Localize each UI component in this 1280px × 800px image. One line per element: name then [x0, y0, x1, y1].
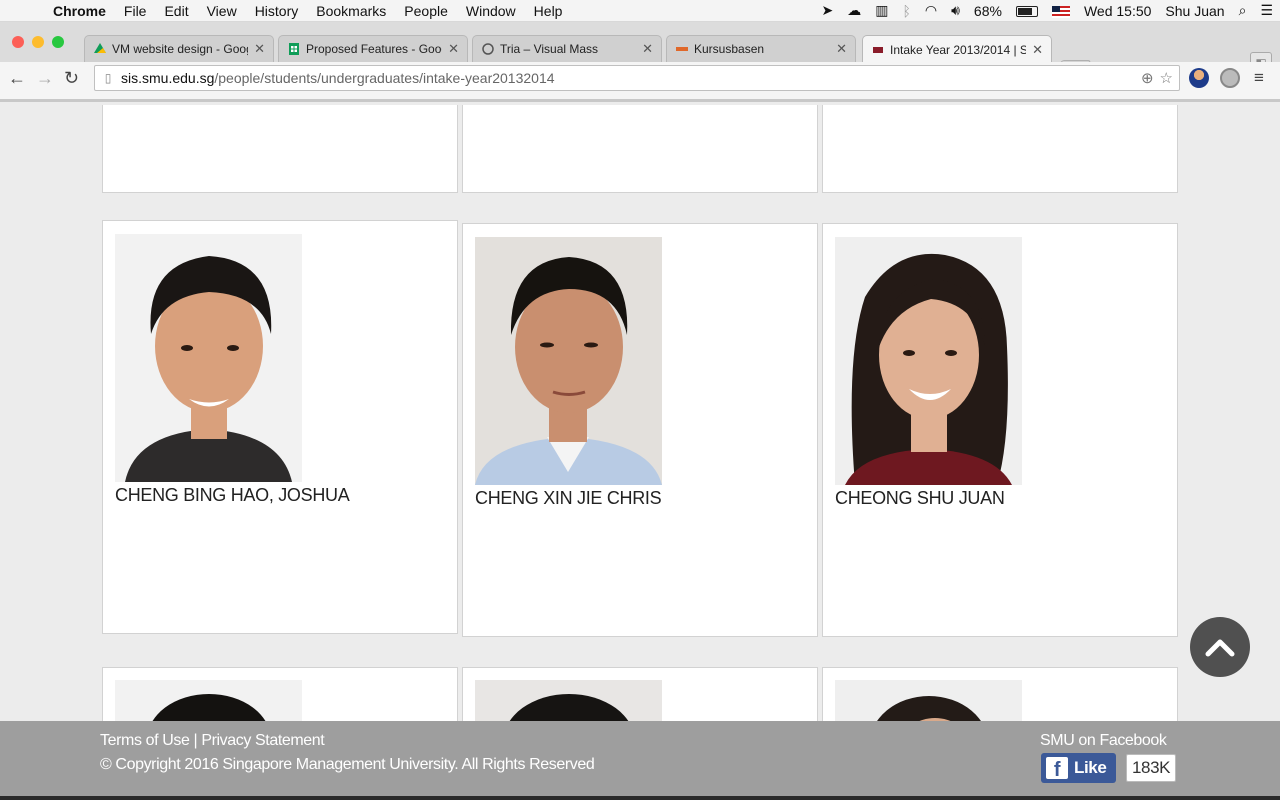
address-bar[interactable]: ▯ sis.smu.edu.sg/people/students/undergr… — [94, 65, 1180, 91]
tab-proposed-features[interactable]: Proposed Features - Goog ✕ — [278, 35, 468, 62]
maximize-window-button[interactable] — [52, 36, 64, 48]
back-to-top-button[interactable] — [1190, 617, 1250, 677]
mac-menu-bar: Chrome File Edit View History Bookmarks … — [0, 0, 1280, 22]
cloud-icon[interactable]: ☁ — [840, 2, 868, 19]
close-tab-icon[interactable]: ✕ — [1032, 42, 1043, 58]
menu-help[interactable]: Help — [525, 3, 572, 19]
telegram-icon[interactable]: ➤ — [815, 2, 841, 19]
browser-toolbar: ← → ↻ ▯ sis.smu.edu.sg/people/students/u… — [0, 62, 1280, 102]
close-tab-icon[interactable]: ✕ — [254, 41, 265, 57]
site-footer: Terms of Use | Privacy Statement © Copyr… — [0, 721, 1280, 796]
like-count: 183K — [1126, 754, 1177, 782]
bookmark-star-icon[interactable]: ☆ — [1160, 69, 1173, 87]
menu-history[interactable]: History — [246, 3, 308, 19]
url-path: /people/students/undergraduates/intake-y… — [214, 70, 555, 86]
tab-title: Intake Year 2013/2014 | S — [890, 42, 1027, 57]
flag-icon[interactable] — [1045, 3, 1077, 19]
facebook-like-button[interactable]: f Like — [1041, 753, 1116, 783]
student-photo[interactable] — [835, 237, 1022, 485]
student-card: CHEONG SHU JUAN — [822, 223, 1178, 637]
tria-icon — [481, 42, 495, 56]
tab-vm-website-design[interactable]: VM website design - Goog ✕ — [84, 35, 274, 62]
battery-icon[interactable] — [1009, 3, 1045, 19]
student-name[interactable]: CHENG XIN JIE CHRIS — [475, 488, 662, 509]
close-tab-icon[interactable]: ✕ — [836, 41, 847, 57]
bluetooth-icon[interactable]: ᛒ — [895, 3, 917, 19]
spotlight-search-icon[interactable]: ⌕ — [1232, 2, 1254, 19]
privacy-statement-link[interactable]: Privacy Statement — [201, 732, 324, 749]
facebook-heading: SMU on Facebook — [1040, 732, 1167, 749]
student-card — [102, 667, 458, 721]
student-photo[interactable] — [475, 237, 662, 485]
back-arrow-icon[interactable]: ← — [8, 68, 26, 89]
close-window-button[interactable] — [12, 36, 24, 48]
smu-icon — [871, 43, 885, 57]
like-label: Like — [1074, 758, 1107, 777]
kursusbasen-icon — [675, 42, 689, 56]
chrome-menu-icon[interactable]: ≡ — [1254, 68, 1264, 88]
zoom-icon[interactable]: ⊕ — [1141, 69, 1154, 87]
copyright-text: © Copyright 2016 Singapore Management Un… — [100, 756, 595, 773]
chevron-up-icon — [1205, 639, 1235, 657]
facebook-icon: f — [1046, 757, 1068, 781]
extension-avatar-icon[interactable] — [1189, 68, 1209, 88]
student-photo[interactable] — [115, 680, 302, 721]
wifi-icon[interactable]: ◠ — [918, 2, 944, 19]
tab-strip: VM website design - Goog ✕ Proposed Feat… — [0, 22, 1280, 78]
student-photo[interactable] — [835, 680, 1022, 721]
tab-title: Tria – Visual Mass — [500, 42, 599, 56]
window-bottom-edge — [0, 796, 1280, 800]
forward-arrow-icon[interactable]: → — [36, 68, 54, 89]
student-card: CHENG XIN JIE CHRIS — [462, 223, 818, 637]
student-card — [102, 105, 458, 193]
reload-icon[interactable]: ↻ — [64, 68, 79, 89]
footer-separator: | — [193, 732, 198, 749]
page-content: CHENG BING HAO, JOSHUA CHENG XIN JIE CHR… — [0, 105, 1280, 721]
terms-of-use-link[interactable]: Terms of Use — [100, 732, 190, 749]
menu-app[interactable]: Chrome — [44, 3, 115, 19]
student-card — [462, 105, 818, 193]
window-controls — [12, 36, 64, 48]
clock[interactable]: Wed 15:50 — [1077, 3, 1158, 19]
user-name[interactable]: Shu Juan — [1158, 3, 1231, 19]
student-card — [822, 105, 1178, 193]
footer-links: Terms of Use | Privacy Statement — [100, 732, 325, 750]
extension-film-icon[interactable] — [1220, 68, 1240, 88]
tab-title: VM website design - Goog — [112, 42, 249, 56]
student-name[interactable]: CHEONG SHU JUAN — [835, 488, 1005, 509]
menu-edit[interactable]: Edit — [155, 3, 197, 19]
close-tab-icon[interactable]: ✕ — [448, 41, 459, 57]
tab-title: Kursusbasen — [694, 42, 765, 56]
minimize-window-button[interactable] — [32, 36, 44, 48]
student-photo[interactable] — [115, 234, 302, 482]
close-tab-icon[interactable]: ✕ — [642, 41, 653, 57]
student-name[interactable]: CHENG BING HAO, JOSHUA — [115, 485, 350, 506]
menu-bookmarks[interactable]: Bookmarks — [307, 3, 395, 19]
menu-window[interactable]: Window — [457, 3, 525, 19]
tab-kursusbasen[interactable]: Kursusbasen ✕ — [666, 35, 856, 62]
url-host: sis.smu.edu.sg — [121, 70, 215, 86]
battery-percent: 68% — [973, 2, 1002, 19]
keyboard-icon[interactable]: ▥ — [868, 2, 895, 19]
student-card: CHENG BING HAO, JOSHUA — [102, 220, 458, 634]
tab-intake-year[interactable]: Intake Year 2013/2014 | S ✕ — [862, 35, 1052, 63]
menu-view[interactable]: View — [198, 3, 246, 19]
notification-center-icon[interactable]: ☰ — [1253, 2, 1280, 19]
student-card — [822, 667, 1178, 721]
menu-people[interactable]: People — [395, 3, 457, 19]
page-icon: ▯ — [104, 71, 112, 85]
student-photo[interactable] — [475, 680, 662, 721]
google-drive-icon — [93, 42, 107, 56]
tab-title: Proposed Features - Goog — [306, 42, 443, 56]
volume-icon[interactable]: 🔊︎ — [944, 2, 967, 19]
student-card — [462, 667, 818, 721]
tab-tria-visual-mass[interactable]: Tria – Visual Mass ✕ — [472, 35, 662, 62]
google-sheets-icon — [287, 42, 301, 56]
menu-file[interactable]: File — [115, 3, 156, 19]
